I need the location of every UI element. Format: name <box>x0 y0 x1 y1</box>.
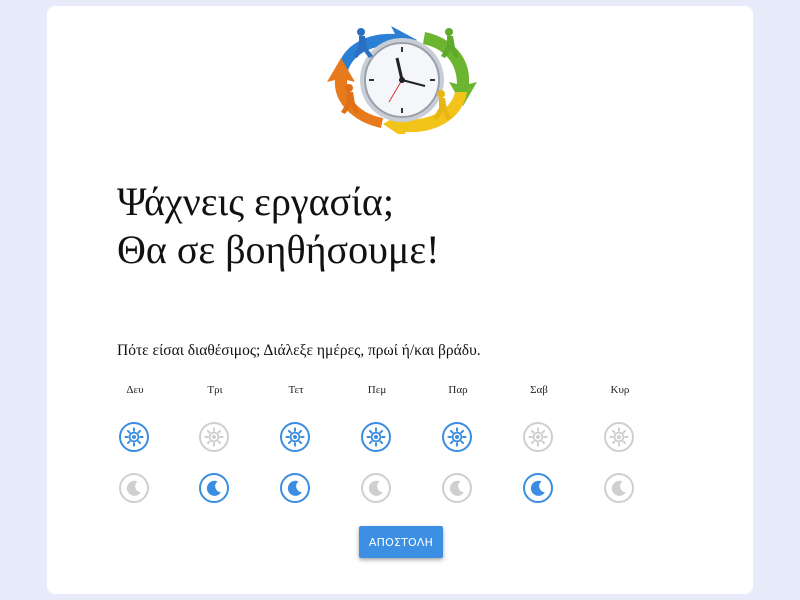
availability-question: Πότε είσαι διαθέσιμος; Διάλεξε ημέρες, π… <box>117 342 481 359</box>
sun-icon <box>204 427 224 447</box>
sun-icon <box>528 427 548 447</box>
headline-line-2: Θα σε βοηθήσουμε! <box>117 227 440 272</box>
moon-icon <box>609 478 629 498</box>
day-label: Δευ <box>126 384 144 396</box>
sun-icon <box>447 427 467 447</box>
headline-line-1: Ψάχνεις εργασία; <box>117 179 394 224</box>
moon-icon <box>204 478 224 498</box>
morning-toggle[interactable] <box>199 422 229 452</box>
morning-toggle[interactable] <box>280 422 310 452</box>
sun-icon <box>124 427 144 447</box>
sun-icon <box>366 427 386 447</box>
day-column: Τρι <box>185 382 245 503</box>
evening-toggle[interactable] <box>604 473 634 503</box>
moon-icon <box>285 478 305 498</box>
evening-toggle[interactable] <box>119 473 149 503</box>
moon-icon <box>366 478 386 498</box>
day-label: Πεμ <box>367 384 387 396</box>
sun-icon <box>609 427 629 447</box>
day-column: Παρ <box>428 382 488 503</box>
day-label: Τρι <box>207 384 223 396</box>
clock-logo-icon <box>327 26 477 134</box>
day-column: Τετ <box>266 382 326 503</box>
page-headline: Ψάχνεις εργασία; Θα σε βοηθήσουμε! <box>117 178 439 274</box>
submit-button[interactable]: ΑΠΟΣΤΟΛΗ <box>359 526 443 558</box>
morning-toggle[interactable] <box>442 422 472 452</box>
main-card: Ψάχνεις εργασία; Θα σε βοηθήσουμε! Πότε … <box>47 6 753 594</box>
morning-toggle[interactable] <box>119 422 149 452</box>
morning-toggle[interactable] <box>361 422 391 452</box>
day-column: Σαβ <box>509 382 569 503</box>
day-column: Πεμ <box>347 382 407 503</box>
day-column: Κυρ <box>590 382 650 503</box>
evening-toggle[interactable] <box>523 473 553 503</box>
morning-toggle[interactable] <box>523 422 553 452</box>
day-label: Τετ <box>288 384 304 396</box>
day-label: Κυρ <box>610 384 630 396</box>
moon-icon <box>528 478 548 498</box>
day-label: Σαβ <box>530 384 548 396</box>
day-column: Δευ <box>105 382 165 503</box>
sun-icon <box>285 427 305 447</box>
day-label: Παρ <box>448 384 468 396</box>
evening-toggle[interactable] <box>361 473 391 503</box>
evening-toggle[interactable] <box>199 473 229 503</box>
evening-toggle[interactable] <box>280 473 310 503</box>
evening-toggle[interactable] <box>442 473 472 503</box>
morning-toggle[interactable] <box>604 422 634 452</box>
moon-icon <box>447 478 467 498</box>
moon-icon <box>124 478 144 498</box>
